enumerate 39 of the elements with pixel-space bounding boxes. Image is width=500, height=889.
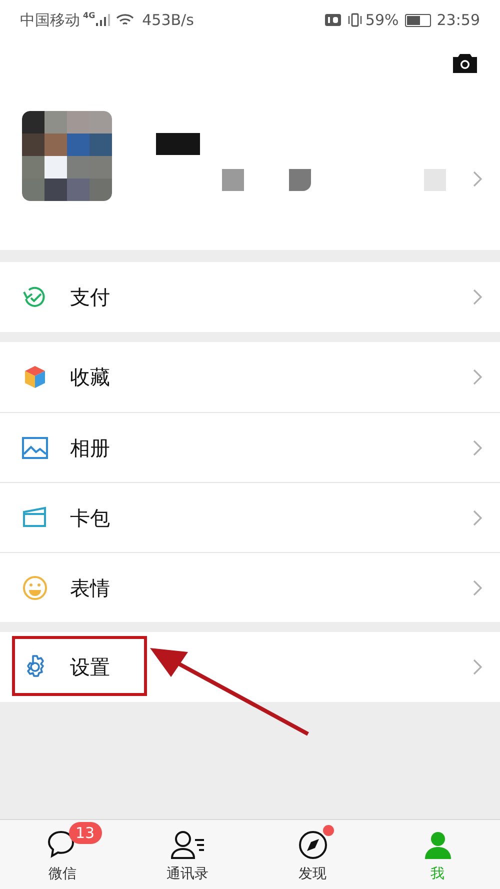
battery-percent: 59% [365,10,399,31]
menu-item[interactable]: 相册 [0,412,500,482]
menu-item[interactable]: 表情 [0,552,500,622]
chevron-icon [473,440,482,456]
chevron-icon [473,580,482,596]
tab-item[interactable]: 13 微信 [0,820,125,889]
tab-item[interactable]: 通讯录 [125,820,250,889]
unread-badge: 13 [68,822,102,844]
redacted-block [222,169,244,191]
chevron-icon [473,369,482,385]
menu-item[interactable]: 设置 [0,632,500,702]
chevron-icon [473,289,482,305]
person-icon [422,830,452,860]
tab-item[interactable]: 发现 [250,820,375,889]
smiley-icon [22,574,48,600]
cube-icon [22,364,48,390]
redacted-block [289,169,311,191]
chevron-icon [473,510,482,526]
battery-icon [404,14,431,26]
image-icon [22,436,48,460]
camera-icon[interactable] [452,52,478,74]
vibrate-icon [347,13,364,27]
clock-time: 23:59 [436,10,480,31]
menu-item[interactable]: 收藏 [0,342,500,412]
network-speed: 453B/s [142,10,194,31]
chevron-icon [473,659,482,675]
menu-item[interactable]: 卡包 [0,482,500,552]
card-icon [22,506,48,530]
carrier-name: 中国移动 [20,10,80,31]
signal-icon [96,14,110,26]
hd-icon [325,14,342,26]
chevron-icon [473,171,482,187]
redacted-block [424,169,446,191]
menu-item[interactable]: 支付 [0,262,500,332]
contacts-icon [170,830,206,860]
redacted-name [156,133,200,155]
network-type: 4G [83,10,96,22]
compass-icon [298,830,328,860]
wifi-icon [116,13,134,27]
